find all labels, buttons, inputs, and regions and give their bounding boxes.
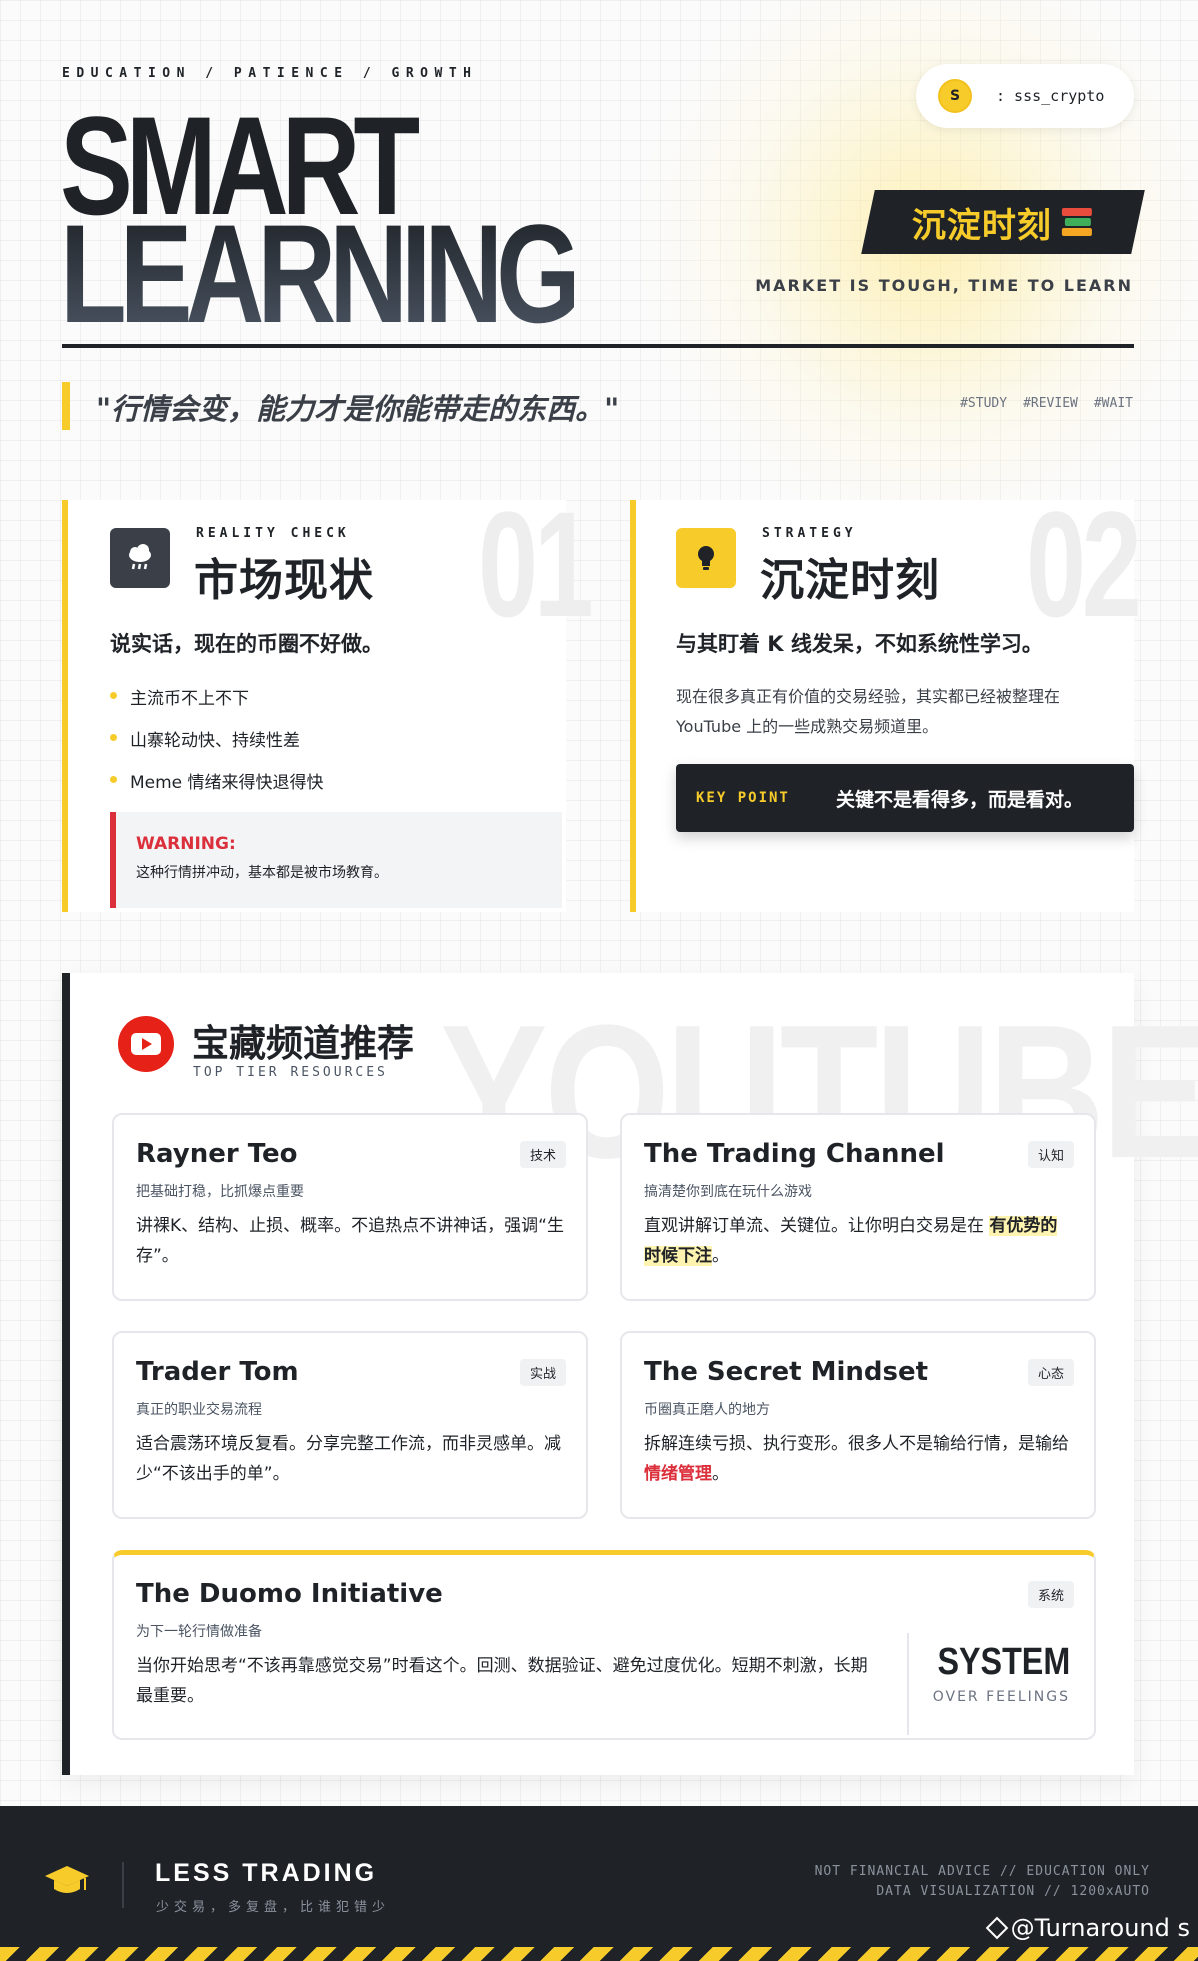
- card-kicker: REALITY CHECK: [196, 526, 350, 541]
- youtube-section: YOUTUBE 宝藏频道推荐 TOP TIER RESOURCES Rayner…: [62, 973, 1198, 1775]
- card-lead: 说实话，现在的币圈不好做。: [110, 632, 383, 656]
- youtube-icon: [118, 1016, 174, 1072]
- card-title: 沉淀时刻: [760, 555, 940, 606]
- footer-disclaimer: NOT FINANCIAL ADVICE // EDUCATION ONLY: [814, 1864, 1150, 1879]
- user-name: : sss_crypto: [996, 87, 1105, 105]
- list-item: Meme 情绪来得快退得快: [110, 768, 324, 793]
- channel-name: The Trading Channel: [644, 1139, 945, 1169]
- channel-subtitle: 为下一轮行情做准备: [136, 1624, 262, 1640]
- avatar: S: [938, 79, 972, 113]
- header-stamp: 沉淀时刻: [861, 190, 1145, 254]
- warning-box: WARNING: 这种行情拼冲动，基本都是被市场教育。: [110, 812, 562, 908]
- footer-divider: [122, 1862, 124, 1908]
- description-text: 拆解连续亏损、执行变形。很多人不是输给行情，是输给: [644, 1434, 1069, 1454]
- key-point-text: 关键不是看得多，而是看对。: [836, 788, 1084, 811]
- card-number: 01: [478, 480, 594, 648]
- channel-name: The Secret Mindset: [644, 1357, 929, 1387]
- description-text: 。: [712, 1464, 729, 1484]
- card-number: 02: [1026, 480, 1142, 648]
- description-text: 。: [712, 1246, 729, 1266]
- channel-card-rayner-teo[interactable]: Rayner Teo 技术 把基础打稳，比抓爆点重要 讲裸K、结构、止损、概率。…: [112, 1113, 588, 1301]
- channel-tag: 系统: [1027, 1581, 1074, 1608]
- channel-description: 拆解连续亏损、执行变形。很多人不是输给行情，是输给 情绪管理。: [644, 1429, 1072, 1489]
- paragraph-line: 现在很多真正有价值的交易经验，其实都已经被整理在: [676, 687, 1061, 706]
- channel-card-trading-channel[interactable]: The Trading Channel 认知 搞清楚你到底在玩什么游戏 直观讲解…: [620, 1113, 1096, 1301]
- card-kicker: STRATEGY: [762, 526, 857, 541]
- books-icon: [1062, 207, 1094, 237]
- watermark-icon: [985, 1916, 1008, 1940]
- description-text: 直观讲解订单流、关键位。让你明白交易是在: [644, 1216, 990, 1236]
- card-paragraph: 现在很多真正有价值的交易经验，其实都已经被整理在 YouTube 上的一些成熟交…: [676, 682, 1060, 742]
- quote-accent-bar: [62, 382, 70, 430]
- footer-meta: DATA VISUALIZATION // 1200xAUTO: [876, 1884, 1150, 1899]
- list-item: 山寨轮动快、持续性差: [110, 726, 324, 751]
- channel-tag: 心态: [1027, 1359, 1074, 1386]
- title-line-2: LEARNING: [60, 195, 581, 352]
- channel-subtitle: 把基础打稳，比抓爆点重要: [136, 1184, 304, 1200]
- warning-title: WARNING:: [136, 834, 236, 854]
- channel-description: 当你开始思考“不该再靠感觉交易”时看这个。回测、数据验证、避免过度优化。短期不刺…: [136, 1656, 868, 1706]
- channel-subtitle: 搞清楚你到底在玩什么游戏: [644, 1184, 812, 1200]
- card-title: 市场现状: [194, 555, 374, 606]
- tag-wait: #WAIT: [1093, 396, 1133, 411]
- footer: LESS TRADING 少交易，多复盘，比谁犯错少 NOT FINANCIAL…: [0, 1806, 1198, 1961]
- system-label: SYSTEM: [937, 1641, 1070, 1683]
- channel-card-secret-mindset[interactable]: The Secret Mindset 心态 币圈真正磨人的地方 拆解连续亏损、执…: [620, 1331, 1096, 1519]
- channel-tag: 技术: [519, 1141, 566, 1168]
- channel-tag: 实战: [519, 1359, 566, 1386]
- system-sublabel: OVER FEELINGS: [932, 1689, 1070, 1705]
- warning-text: 这种行情拼冲动，基本都是被市场教育。: [136, 865, 388, 881]
- quote-text: "行情会变，能力才是你能带走的东西。": [96, 392, 620, 426]
- header-subline: MARKET IS TOUGH, TIME TO LEARN: [755, 276, 1133, 295]
- list-item: 主流币不上不下: [110, 684, 324, 709]
- lightbulb-icon: [676, 528, 736, 588]
- channel-description: 直观讲解订单流、关键位。让你明白交易是在 有优势的时候下注。: [644, 1211, 1072, 1271]
- quote-tags: #STUDY #REVIEW #WAIT: [960, 396, 1133, 411]
- key-point-box: KEY POINT 关键不是看得多，而是看对。: [676, 764, 1134, 832]
- channel-name: Trader Tom: [136, 1357, 299, 1387]
- header-divider: [62, 344, 1134, 348]
- channel-subtitle: 真正的职业交易流程: [136, 1402, 262, 1418]
- watermark: @Turnaround s: [985, 1914, 1190, 1942]
- card-lead: 与其盯着 K 线发呆，不如系统性学习。: [676, 632, 1043, 656]
- stamp-text: 沉淀时刻: [912, 205, 1052, 246]
- channel-card-trader-tom[interactable]: Trader Tom 实战 真正的职业交易流程 适合震荡环境反复看。分享完整工作…: [112, 1331, 588, 1519]
- channel-name: The Duomo Initiative: [136, 1579, 443, 1609]
- channel-description: 讲裸K、结构、止损、概率。不追热点不讲神话，强调“生存”。: [136, 1216, 564, 1266]
- description-highlight: 情绪管理: [644, 1464, 712, 1484]
- paragraph-line: YouTube 上的一些成熟交易频道里。: [676, 717, 939, 736]
- tag-review: #REVIEW: [1023, 396, 1078, 411]
- header-tagline: EDUCATION / PATIENCE / GROWTH: [62, 66, 478, 81]
- card-strategy: 02 STRATEGY 沉淀时刻 与其盯着 K 线发呆，不如系统性学习。 现在很…: [630, 480, 1142, 912]
- footer-subtitle: 少交易，多复盘，比谁犯错少: [156, 1900, 391, 1915]
- hazard-stripe: [0, 1947, 1198, 1961]
- footer-title: LESS TRADING: [155, 1859, 378, 1887]
- channel-description: 适合震荡环境反复看。分享完整工作流，而非灵感单。减少“不该出手的单”。: [136, 1434, 561, 1484]
- key-point-label: KEY POINT: [696, 790, 790, 806]
- user-badge[interactable]: S : sss_crypto: [916, 64, 1134, 128]
- bullet-list: 主流币不上不下 山寨轮动快、持续性差 Meme 情绪来得快退得快: [110, 684, 324, 810]
- channel-name: Rayner Teo: [136, 1139, 298, 1169]
- tag-study: #STUDY: [960, 396, 1008, 411]
- section-subtitle: TOP TIER RESOURCES: [193, 1065, 388, 1080]
- watermark-text: @Turnaround s: [1010, 1914, 1190, 1942]
- channel-tag: 认知: [1027, 1141, 1074, 1168]
- graduation-cap-icon: [44, 1864, 90, 1898]
- channel-subtitle: 币圈真正磨人的地方: [644, 1402, 770, 1418]
- channel-card-duomo-initiative[interactable]: The Duomo Initiative 系统 为下一轮行情做准备 当你开始思考…: [112, 1550, 1096, 1740]
- cloud-rain-icon: [110, 528, 170, 588]
- side-divider: [907, 1633, 909, 1735]
- card-reality-check: 01 REALITY CHECK 市场现状 说实话，现在的币圈不好做。 主流币不…: [62, 480, 594, 912]
- section-title: 宝藏频道推荐: [192, 1022, 414, 1065]
